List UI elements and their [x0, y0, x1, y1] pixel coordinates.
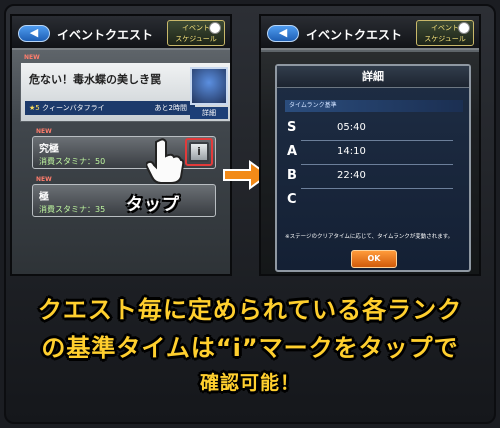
screen-title: イベントクエスト — [306, 28, 403, 42]
schedule-label-2: スケジュール — [175, 35, 217, 43]
event-schedule-button[interactable]: イベント スケジュール — [416, 20, 474, 46]
rank-row-a: A 14:10 — [287, 140, 463, 162]
back-button[interactable]: ◀ — [267, 25, 299, 42]
top-bar: ◀ イベントクエスト イベント スケジュール — [261, 16, 479, 50]
divider — [301, 140, 453, 141]
quest-item-extreme[interactable]: 極 消費スタミナ：35 — [32, 184, 216, 217]
tap-label: タップ — [126, 195, 180, 215]
quest-detail-screen: ◀ イベントクエスト イベント スケジュール 詳細 タイムランク基準 S 05:… — [259, 14, 481, 276]
detail-modal: 詳細 タイムランク基準 S 05:40 A 14:10 B 22:40 C ※ス… — [275, 64, 471, 272]
rank-row-s: S 05:40 — [287, 120, 463, 138]
stamina-cost: 消費スタミナ：50 — [39, 157, 106, 166]
clock-icon — [209, 22, 221, 34]
rank-time: 14:10 — [337, 146, 366, 157]
screen-title: イベントクエスト — [57, 28, 154, 42]
rank-letter: B — [287, 168, 297, 183]
rank-letter: A — [287, 144, 298, 159]
caption-line-3: 確認可能！ — [199, 372, 300, 394]
modal-title: 詳細 — [277, 66, 469, 88]
rank-letter: S — [287, 120, 297, 135]
new-tag: NEW — [36, 176, 52, 183]
divider — [301, 188, 453, 189]
event-schedule-button[interactable]: イベント スケジュール — [167, 20, 225, 46]
back-button[interactable]: ◀ — [18, 25, 50, 42]
boss-character-icon — [190, 67, 228, 105]
hand-pointer-icon — [146, 138, 184, 184]
info-button[interactable]: i — [189, 142, 209, 162]
event-banner[interactable]: 危ない！毒水蝶の美しき罠 ★5 クィーンバタフライ あと2時間 詳細 — [20, 62, 230, 122]
top-bar: ◀ イベントクエスト イベント スケジュール — [12, 16, 230, 50]
time-remaining: あと2時間 — [154, 104, 187, 112]
boss-name: クィーンバタフライ — [41, 104, 105, 112]
rank-time: 05:40 — [337, 122, 366, 133]
rank-time: 22:40 — [337, 170, 366, 181]
rank-row-b: B 22:40 — [287, 164, 463, 186]
quest-list-screen: ◀ イベントクエスト イベント スケジュール NEW 危ない！毒水蝶の美しき罠 … — [10, 14, 232, 276]
schedule-label-2: スケジュール — [424, 35, 466, 43]
quest-item-ultimate[interactable]: 究極 消費スタミナ：50 i — [32, 136, 216, 169]
divider — [301, 164, 453, 165]
time-rank-header: タイムランク基準 — [285, 100, 463, 112]
caption-line-1: クエスト毎に定められている各ランク — [37, 296, 463, 324]
quest-name: 極 — [39, 192, 49, 203]
rank-row-c: C — [287, 188, 463, 210]
new-tag: NEW — [36, 128, 52, 135]
rank-letter: C — [287, 192, 297, 207]
quest-name: 究極 — [39, 144, 59, 155]
stamina-cost: 消費スタミナ：35 — [39, 205, 106, 214]
rank-note: ※ステージのクリアタイムに応じて、タイムランクが変動されます。 — [285, 234, 454, 240]
new-tag: NEW — [24, 54, 40, 61]
caption-line-2: の基準タイムは“i”マークをタップで — [41, 334, 459, 362]
clock-icon — [458, 22, 470, 34]
rarity-label: ★5 — [29, 104, 40, 112]
event-title: 危ない！毒水蝶の美しき罠 — [29, 73, 161, 86]
detail-button[interactable]: 詳細 — [190, 107, 228, 119]
ok-button[interactable]: OK — [351, 250, 397, 268]
